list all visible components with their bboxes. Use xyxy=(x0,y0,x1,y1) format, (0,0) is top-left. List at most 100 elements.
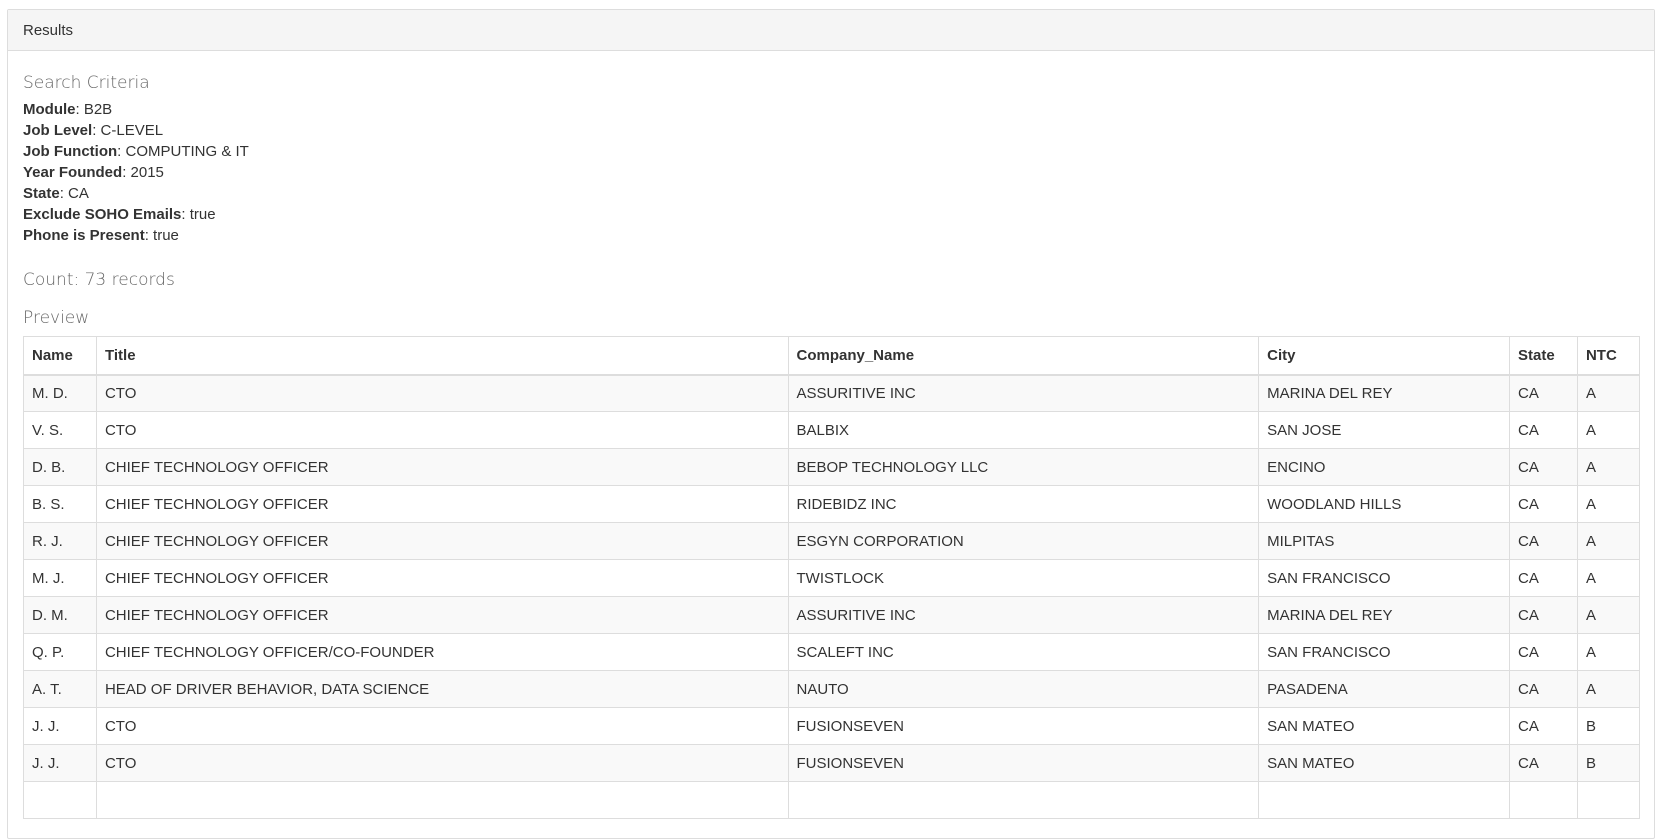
cell-city: SAN MATEO xyxy=(1258,707,1510,745)
cell-name: Q. P. xyxy=(23,633,97,671)
criteria-label: Module xyxy=(23,101,76,118)
cell-city xyxy=(1258,781,1510,819)
cell-name: V. S. xyxy=(23,411,97,449)
table-row: M. J. CHIEF TECHNOLOGY OFFICER TWISTLOCK SA… xyxy=(23,559,1641,597)
criteria-value: : 2015 xyxy=(122,164,164,181)
cell-ntc: A xyxy=(1576,411,1641,449)
cell-title: CTO xyxy=(95,411,789,449)
cell-state: CA xyxy=(1509,485,1578,523)
table-row: V. S. CTO BALBIX SAN JOSE CA A xyxy=(23,411,1641,449)
cell-company-name: RIDEBIDZ INC xyxy=(787,485,1260,523)
cell-title: CTO xyxy=(95,374,789,412)
cell-ntc: A xyxy=(1576,559,1641,597)
criteria-row: Year Founded: 2015 xyxy=(23,162,1639,183)
column-header-city: City xyxy=(1258,336,1510,376)
cell-name: D. M. xyxy=(23,596,97,634)
table-row: Q. P. CHIEF TECHNOLOGY OFFICER/CO-FOUNDER… xyxy=(23,633,1641,671)
cell-company-name: ASSURITIVE INC xyxy=(787,374,1260,412)
table-row: B. S. CHIEF TECHNOLOGY OFFICER RIDEBIDZ IN… xyxy=(23,485,1641,523)
cell-company-name xyxy=(787,781,1260,819)
cell-ntc: A xyxy=(1576,670,1641,708)
cell-state: CA xyxy=(1509,707,1578,745)
cell-name: J. J. xyxy=(23,707,97,745)
cell-city: MARINA DEL REY xyxy=(1258,374,1510,412)
cell-state: CA xyxy=(1509,744,1578,782)
criteria-value: : CA xyxy=(59,185,89,202)
cell-ntc: A xyxy=(1576,596,1641,634)
cell-city: PASADENA xyxy=(1258,670,1510,708)
cell-title: CHIEF TECHNOLOGY OFFICER xyxy=(95,522,789,560)
cell-ntc xyxy=(1576,781,1641,819)
criteria-row: State: CA xyxy=(23,183,1639,204)
criteria-label: Phone is Present xyxy=(23,227,145,244)
criteria-label: Exclude SOHO Emails xyxy=(23,206,182,223)
cell-company-name: ASSURITIVE INC xyxy=(787,596,1260,634)
cell-name xyxy=(23,781,97,819)
criteria-value: : true xyxy=(144,227,179,244)
table-row: J. J. CTO FUSIONSEVEN SAN MATEO CA B xyxy=(23,707,1641,745)
criteria-row: Module: B2B xyxy=(23,99,1639,120)
cell-state: CA xyxy=(1509,448,1578,486)
cell-title: CHIEF TECHNOLOGY OFFICER xyxy=(95,596,789,634)
criteria-row: Phone is Present: true xyxy=(23,225,1639,246)
cell-city: ENCINO xyxy=(1258,448,1510,486)
cell-city: WOODLAND HILLS xyxy=(1258,485,1510,523)
criteria-value: : B2B xyxy=(75,101,113,118)
cell-city: SAN MATEO xyxy=(1258,744,1510,782)
table-row: D. B. CHIEF TECHNOLOGY OFFICER BEBOP TECHN… xyxy=(23,448,1641,486)
table-header-row: Name Title Company_Name City State NTC xyxy=(23,336,1641,376)
cell-city: MARINA DEL REY xyxy=(1258,596,1510,634)
cell-state: CA xyxy=(1509,596,1578,634)
cell-title xyxy=(95,781,789,819)
cell-ntc: A xyxy=(1576,448,1641,486)
table-body: M. D. CTO ASSURITIVE INC MARINA DEL REY CA A V… xyxy=(23,374,1641,819)
cell-name: A. T. xyxy=(23,670,97,708)
table-row: R. J. CHIEF TECHNOLOGY OFFICER ESGYN CORPO… xyxy=(23,522,1641,560)
column-header-name: Name xyxy=(23,336,97,376)
cell-name: M. D. xyxy=(23,374,97,412)
cell-title: CTO xyxy=(95,707,789,745)
cell-ntc: A xyxy=(1576,522,1641,560)
cell-title: CHIEF TECHNOLOGY OFFICER xyxy=(95,448,789,486)
table-row: M. D. CTO ASSURITIVE INC MARINA DEL REY CA A xyxy=(23,374,1641,412)
criteria-value: : C-LEVEL xyxy=(92,122,164,139)
table-row xyxy=(23,781,1641,819)
cell-company-name: NAUTO xyxy=(787,670,1260,708)
column-header-state: State xyxy=(1509,336,1578,376)
panel-heading: Results xyxy=(8,10,1654,51)
cell-name: M. J. xyxy=(23,559,97,597)
cell-ntc: A xyxy=(1576,374,1641,412)
cell-title: HEAD OF DRIVER BEHAVIOR, DATA SCIENCE xyxy=(95,670,789,708)
criteria-label: Job Level xyxy=(23,122,93,139)
cell-company-name: FUSIONSEVEN xyxy=(787,707,1260,745)
cell-company-name: BALBIX xyxy=(787,411,1260,449)
criteria-row: Job Level: C-LEVEL xyxy=(23,120,1639,141)
preview-title: Preview xyxy=(23,308,90,328)
panel-body: Search Criteria Module: B2B Job Level: C-… xyxy=(8,51,1654,819)
cell-city: SAN FRANCISCO xyxy=(1258,559,1510,597)
cell-title: CHIEF TECHNOLOGY OFFICER xyxy=(95,559,789,597)
cell-ntc: A xyxy=(1576,485,1641,523)
table-row: J. J. CTO FUSIONSEVEN SAN MATEO CA B xyxy=(23,744,1641,782)
cell-state: CA xyxy=(1509,374,1578,412)
cell-state: CA xyxy=(1509,559,1578,597)
cell-state xyxy=(1509,781,1578,819)
cell-company-name: BEBOP TECHNOLOGY LLC xyxy=(787,448,1260,486)
cell-state: CA xyxy=(1509,670,1578,708)
cell-company-name: TWISTLOCK xyxy=(787,559,1260,597)
cell-state: CA xyxy=(1509,522,1578,560)
cell-name: R. J. xyxy=(23,522,97,560)
criteria-row: Job Function: COMPUTING & IT xyxy=(23,141,1639,162)
cell-company-name: SCALEFT INC xyxy=(787,633,1260,671)
criteria-value: : COMPUTING & IT xyxy=(117,143,249,160)
criteria-row: Exclude SOHO Emails: true xyxy=(23,204,1639,225)
cell-name: D. B. xyxy=(23,448,97,486)
cell-title: CTO xyxy=(95,744,789,782)
cell-company-name: ESGYN CORPORATION xyxy=(787,522,1260,560)
cell-name: J. J. xyxy=(23,744,97,782)
cell-title: CHIEF TECHNOLOGY OFFICER xyxy=(95,485,789,523)
cell-state: CA xyxy=(1509,411,1578,449)
column-header-ntc: NTC xyxy=(1576,336,1641,376)
criteria-label: State xyxy=(23,185,60,202)
table-row: D. M. CHIEF TECHNOLOGY OFFICER ASSURITIVE … xyxy=(23,596,1641,634)
